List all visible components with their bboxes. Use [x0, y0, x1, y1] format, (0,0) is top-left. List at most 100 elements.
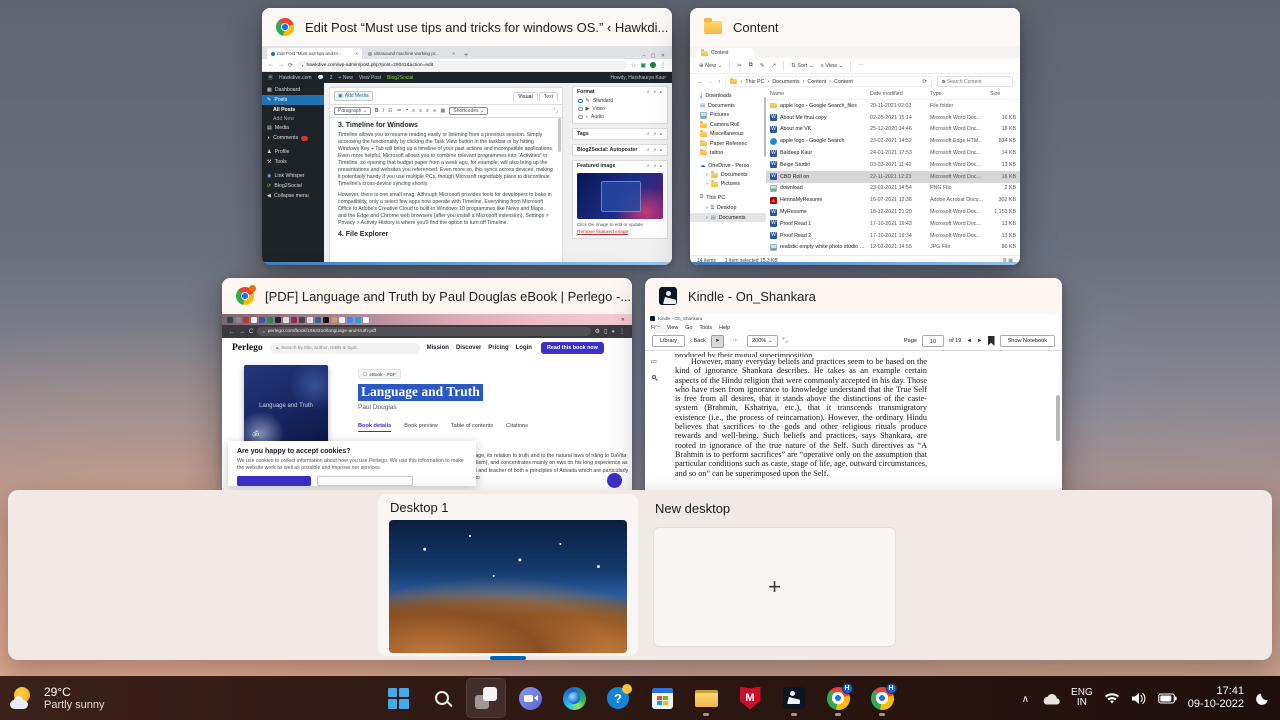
text-tab[interactable]: Text [538, 91, 558, 101]
show-notebook-button[interactable]: Show Notebook [999, 335, 1055, 347]
tab-close-icon[interactable]: × [452, 51, 455, 56]
menu-help[interactable]: Help [719, 325, 730, 331]
file-row[interactable]: A HennaMyResume 16-07-2021 12:38 Adobe Acro… [766, 194, 1020, 206]
sort-button[interactable]: ⇅ Sort ⌄ [791, 63, 813, 69]
prev-page-icon[interactable]: ◄ [966, 338, 972, 344]
browser-tab[interactable]: ultrasound machine working pr... × [364, 48, 459, 59]
window-controls[interactable]: ✕ [621, 317, 627, 323]
bookmark-star-icon[interactable]: ☆ [631, 62, 636, 69]
nav-onedrive-documents[interactable]: › Documents [690, 171, 766, 180]
fullscreen-button[interactable]: ⌜⌟ [553, 108, 558, 114]
nav-camera-roll[interactable]: Camera Roll [690, 121, 766, 130]
link-button[interactable]: ∞ [433, 108, 437, 114]
file-row[interactable]: W Beige Studio 03-03-2021 11:42 Microsoft W… [766, 159, 1020, 171]
next-page-icon[interactable]: ► [977, 338, 983, 344]
visual-tab[interactable]: Visual [513, 91, 538, 101]
admin-view-post-link[interactable]: View Post [359, 75, 381, 81]
wp-menu-link-whisper[interactable]: ◉ Link Whisper [262, 171, 324, 181]
start-button[interactable] [378, 678, 418, 718]
desktop-1-label[interactable]: Desktop 1 [389, 498, 627, 520]
search-button[interactable] [422, 678, 462, 718]
extension-icon[interactable]: ⚙ [595, 328, 600, 335]
nav-documents[interactable]: ▤ Documents [690, 101, 766, 110]
nav-scrollbar[interactable] [763, 97, 766, 157]
nav-onedrive[interactable]: ☁ OneDrive - Perso [690, 161, 766, 170]
more-options-icon[interactable]: ⋯ [858, 63, 864, 69]
menu-dots-icon[interactable]: ⋮ [619, 328, 625, 335]
copy-icon[interactable]: ⧉ [749, 62, 753, 69]
site-search[interactable]: Search by title, author, ISBN & topic [269, 342, 420, 354]
window-explorer-thumbnail[interactable]: Content Content ⊕ New ⌄ ✂ ⧉ ✎ ↗ ⇅ Sort ⌄… [690, 8, 1020, 265]
perlego-logo[interactable]: Perlego [232, 343, 263, 353]
window-titlebar[interactable]: Kindle - On_Shankara [645, 278, 1062, 314]
menu-dots-icon[interactable]: ⋮ [660, 62, 666, 69]
tab-table-of-contents[interactable]: Table of contents [451, 423, 493, 432]
back-icon[interactable]: ← [229, 329, 235, 335]
chat-widget[interactable] [607, 473, 622, 488]
format-option-video[interactable]: ▶ Video [573, 105, 667, 113]
extension-icon[interactable]: ▣ [640, 62, 646, 69]
wp-menu-media[interactable]: ▤ Media [262, 123, 324, 133]
file-row[interactable]: W Proof Read 2 17-10-2021 19:34 Microsoft W… [766, 230, 1020, 242]
file-row-selected[interactable]: W CBD Roll on 22-11-2021 12:23 Microsoft Wo… [766, 170, 1020, 183]
desktop-1-thumbnail[interactable] [389, 520, 627, 653]
featured-image-preview[interactable] [577, 173, 663, 219]
search-box[interactable]: Search Content [937, 76, 1013, 87]
browser-tab-active[interactable]: Edit Post “Must use tips and tri... × [267, 48, 362, 59]
align-center-button[interactable]: ≡ [419, 108, 422, 114]
refresh-icon[interactable]: ⟳ [922, 79, 927, 85]
file-explorer-button[interactable] [686, 678, 726, 718]
window-controls[interactable]: – ▢ ✕ [643, 53, 667, 59]
file-row[interactable]: download 23-02-2021 14:54 PNG File 2 KB [766, 183, 1020, 195]
forward-icon[interactable]: → [278, 62, 284, 68]
cursor-tool[interactable]: ➤ [710, 334, 724, 348]
post-content[interactable]: 3. Timeline for Windows Timeline allows … [330, 118, 562, 264]
store-button[interactable] [642, 678, 682, 718]
file-row[interactable]: W MyResume 18-12-2021 21:20 Microsoft Word … [766, 206, 1020, 218]
forward-icon[interactable]: → [239, 329, 245, 335]
nav-documents-selected[interactable]: › ▤ Documents [690, 213, 766, 223]
nav-miscellaneous[interactable]: Miscellaneous [690, 130, 766, 139]
up-icon[interactable]: ↑ [718, 79, 721, 85]
file-row[interactable]: apple logo - Google Search_files 20-11-20… [766, 100, 1020, 112]
menu-view[interactable]: View [667, 325, 679, 331]
clock[interactable]: 17:41 09-10-2022 [1188, 685, 1244, 711]
desktop-1-card[interactable]: Desktop 1 [378, 494, 638, 660]
battery-icon[interactable] [1157, 692, 1177, 704]
wp-menu-add-new[interactable]: Add New [262, 114, 324, 123]
wp-menu-dashboard[interactable]: ▦ Dashboard [262, 85, 324, 95]
bookmark-icon[interactable] [987, 336, 995, 346]
task-view-button[interactable] [466, 678, 506, 718]
tags-panel[interactable]: Tags ∧ ∨ ▴ [572, 128, 668, 140]
wp-menu-posts[interactable]: ✎ Posts [262, 95, 324, 105]
autoposter-panel[interactable]: Blog2Social: Autoposter ∧ ∨ ▴ [572, 144, 668, 156]
wp-menu-profile[interactable]: ♟ Profile [262, 147, 324, 157]
night-mode-moon-icon[interactable] [1255, 691, 1270, 706]
profile-avatar[interactable] [650, 62, 656, 68]
menu-tools[interactable]: Tools [699, 325, 712, 331]
chat-button[interactable] [510, 678, 550, 718]
cut-icon[interactable]: ✂ [737, 63, 742, 69]
nav-login[interactable]: Login [516, 345, 532, 351]
new-button[interactable]: ⊕ New ⌄ [699, 63, 722, 69]
menu-go[interactable]: Go [685, 325, 692, 331]
admin-blog2social-link[interactable]: Blog2Social [387, 75, 413, 81]
wp-menu-comments[interactable]: ◗ Comments [262, 133, 324, 143]
side-panel-icon[interactable]: ▯ [604, 328, 607, 335]
paragraph-select[interactable]: Paragraph ⌄ [334, 107, 371, 115]
format-option-standard[interactable]: ✎ Standard [573, 97, 667, 105]
language-indicator[interactable]: ENG IN [1071, 687, 1093, 709]
wifi-icon[interactable] [1104, 692, 1120, 705]
window-titlebar[interactable]: Content [690, 8, 1020, 46]
quote-button[interactable]: ❝ [405, 108, 408, 114]
address-bar[interactable]: ▪ perlego.com/book/1653310/language-and-… [257, 327, 591, 336]
zoom-select[interactable]: 200% ⌄ [746, 335, 778, 347]
book-title-selected[interactable]: Language and Truth [358, 384, 483, 401]
editor-scrollbar[interactable] [558, 118, 561, 152]
italic-button[interactable]: I [383, 108, 384, 114]
nav-tattoo[interactable]: tattoo [690, 148, 766, 157]
back-button[interactable]: ‹ Back [690, 338, 706, 344]
wp-menu-collapse[interactable]: ◀ Collapse menu [262, 191, 324, 201]
nav-desktop[interactable]: › ⌸ Desktop [690, 203, 766, 213]
explorer-tab[interactable]: Content [696, 48, 754, 58]
